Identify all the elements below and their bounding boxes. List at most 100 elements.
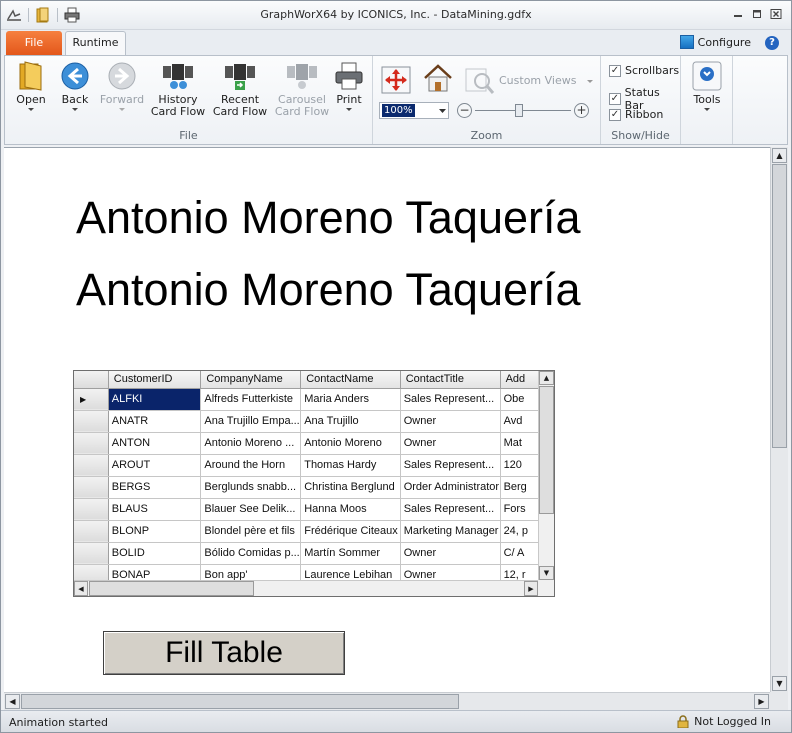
grid-row[interactable]: BLAUS Blauer See Delik... Hanna Moos Sales … <box>74 498 554 521</box>
scroll-right-icon[interactable]: ▶ <box>524 581 538 596</box>
recent-card-flow-button[interactable]: Recent Card Flow <box>209 60 271 118</box>
row-header[interactable] <box>74 476 109 499</box>
canvas-horizontal-scroll-thumb[interactable] <box>21 694 459 709</box>
minimize-button[interactable] <box>729 6 747 22</box>
custom-views-dropdown-icon[interactable] <box>587 80 593 83</box>
grid-cell[interactable]: AROUT <box>108 454 202 477</box>
grid-column-header[interactable]: ContactName <box>300 371 401 389</box>
maximize-button[interactable] <box>748 6 766 22</box>
grid-cell[interactable]: Owner <box>400 432 501 455</box>
grid-column-header[interactable]: CompanyName <box>200 371 302 389</box>
back-button[interactable]: Back <box>55 60 95 111</box>
check-icon: ✓ <box>609 64 621 77</box>
grid-horizontal-scroll-thumb[interactable] <box>89 581 254 596</box>
grid-row[interactable]: ANATR Ana Trujillo Empa... Ana Trujillo Own… <box>74 410 554 433</box>
history-card-flow-button[interactable]: History Card Flow <box>150 60 206 118</box>
canvas-vertical-scrollbar[interactable]: ▲ ▼ <box>770 147 788 692</box>
grid-horizontal-scrollbar[interactable]: ◀ ▶ <box>74 580 538 596</box>
grid-cell[interactable]: ANTON <box>108 432 202 455</box>
close-button[interactable] <box>767 6 785 22</box>
grid-cell[interactable]: BOLID <box>108 542 202 565</box>
grid-cell[interactable]: Owner <box>400 410 501 433</box>
row-header[interactable]: ▶ <box>74 388 109 411</box>
grid-cell[interactable]: ALFKI <box>108 388 202 411</box>
grid-cell[interactable]: Bólido Comidas p... <box>200 542 302 565</box>
grid-cell[interactable]: Thomas Hardy <box>300 454 401 477</box>
grid-row[interactable]: ANTON Antonio Moreno ... Antonio Moreno Own… <box>74 432 554 455</box>
zoom-out-icon[interactable]: − <box>457 103 472 118</box>
grid-row[interactable]: ▶ ALFKI Alfreds Futterkiste Maria Anders Sal… <box>74 388 554 411</box>
grid-cell[interactable]: Frédérique Citeaux <box>300 520 401 543</box>
row-header[interactable] <box>74 542 109 565</box>
grid-cell[interactable]: Marketing Manager <box>400 520 501 543</box>
zoom-level-combo[interactable]: 100% <box>379 102 449 119</box>
grid-row[interactable]: BERGS Berglunds snabb... Christina Berglun… <box>74 476 554 499</box>
print-button[interactable]: Print <box>331 60 367 111</box>
grid-cell[interactable]: Blauer See Delik... <box>200 498 302 521</box>
grid-cell[interactable]: Ana Trujillo <box>300 410 401 433</box>
row-header[interactable] <box>74 454 109 477</box>
grid-cell[interactable]: ANATR <box>108 410 202 433</box>
custom-views-label[interactable]: Custom Views <box>499 74 576 87</box>
carousel-label-2: Card Flow <box>274 105 330 118</box>
open-button[interactable]: Open <box>11 60 51 111</box>
grid-cell[interactable]: Owner <box>400 542 501 565</box>
grid-cell[interactable]: Ana Trujillo Empa... <box>200 410 302 433</box>
scroll-right-icon[interactable]: ▶ <box>754 694 769 709</box>
grid-cell[interactable]: Christina Berglund <box>300 476 401 499</box>
scroll-up-icon[interactable]: ▲ <box>772 148 787 163</box>
pan-button[interactable] <box>379 64 413 98</box>
grid-vertical-scrollbar[interactable]: ▲ ▼ <box>538 371 554 580</box>
grid-cell[interactable]: Around the Horn <box>200 454 302 477</box>
home-button[interactable] <box>421 62 455 96</box>
row-header[interactable] <box>74 520 109 543</box>
row-header[interactable] <box>74 432 109 455</box>
grid-cell[interactable]: BLAUS <box>108 498 202 521</box>
fill-table-button[interactable]: Fill Table <box>103 631 345 675</box>
grid-cell[interactable]: Hanna Moos <box>300 498 401 521</box>
scroll-left-icon[interactable]: ◀ <box>74 581 88 596</box>
grid-row[interactable]: BOLID Bólido Comidas p... Martín Sommer Own… <box>74 542 554 565</box>
canvas-vertical-scroll-thumb[interactable] <box>772 164 787 448</box>
grid-cell[interactable]: Martín Sommer <box>300 542 401 565</box>
grid-cell[interactable]: Sales Represent... <box>400 498 501 521</box>
scroll-left-icon[interactable]: ◀ <box>5 694 20 709</box>
grid-cell[interactable]: Antonio Moreno ... <box>200 432 302 455</box>
grid-cell[interactable]: BERGS <box>108 476 202 499</box>
grid-column-header[interactable]: ContactTitle <box>400 371 501 389</box>
ribbon-checkbox[interactable]: ✓ Ribbon <box>609 108 663 121</box>
grid-column-header[interactable]: CustomerID <box>108 371 202 389</box>
grid-row[interactable]: AROUT Around the Horn Thomas Hardy Sales Re… <box>74 454 554 477</box>
grid-cell[interactable]: Maria Anders <box>300 388 401 411</box>
scroll-down-icon[interactable]: ▼ <box>772 676 787 691</box>
grid-cell[interactable]: Sales Represent... <box>400 454 501 477</box>
grid-row[interactable]: BLONP Blondel père et fils Frédérique Cite… <box>74 520 554 543</box>
login-status[interactable]: Not Logged In <box>677 715 771 729</box>
grid-vertical-scroll-thumb[interactable] <box>539 386 554 514</box>
help-icon[interactable]: ? <box>765 36 779 50</box>
grid-cell[interactable]: Order Administrator <box>400 476 501 499</box>
row-header[interactable] <box>74 410 109 433</box>
configure-button[interactable]: Configure <box>679 35 751 49</box>
grid-cell[interactable]: Sales Represent... <box>400 388 501 411</box>
grid-cell[interactable]: Blondel père et fils <box>200 520 302 543</box>
grid-cell[interactable]: Berglunds snabb... <box>200 476 302 499</box>
tools-button[interactable]: Tools <box>689 60 725 111</box>
zoom-in-icon[interactable]: + <box>574 103 589 118</box>
grid-cell[interactable]: Alfreds Futterkiste <box>200 388 302 411</box>
row-header[interactable] <box>74 498 109 521</box>
forward-button[interactable]: Forward <box>99 60 145 111</box>
zoom-slider-thumb[interactable] <box>515 104 523 117</box>
grid-cell[interactable]: Antonio Moreno <box>300 432 401 455</box>
scrollbars-checkbox[interactable]: ✓ Scrollbars <box>609 64 679 77</box>
grid-cell[interactable]: BLONP <box>108 520 202 543</box>
zoom-slider[interactable]: − + <box>457 103 589 119</box>
tab-file[interactable]: File <box>6 31 62 55</box>
scroll-down-icon[interactable]: ▼ <box>539 566 554 580</box>
canvas-horizontal-scrollbar[interactable]: ◀ ▶ <box>4 692 770 710</box>
carousel-card-flow-button[interactable]: Carousel Card Flow <box>271 60 333 118</box>
scroll-up-icon[interactable]: ▲ <box>539 371 554 385</box>
tab-runtime[interactable]: Runtime <box>65 31 126 55</box>
chevron-down-icon[interactable] <box>436 103 448 118</box>
customers-data-grid[interactable]: CustomerID CompanyName ContactName ContactT… <box>73 370 555 597</box>
